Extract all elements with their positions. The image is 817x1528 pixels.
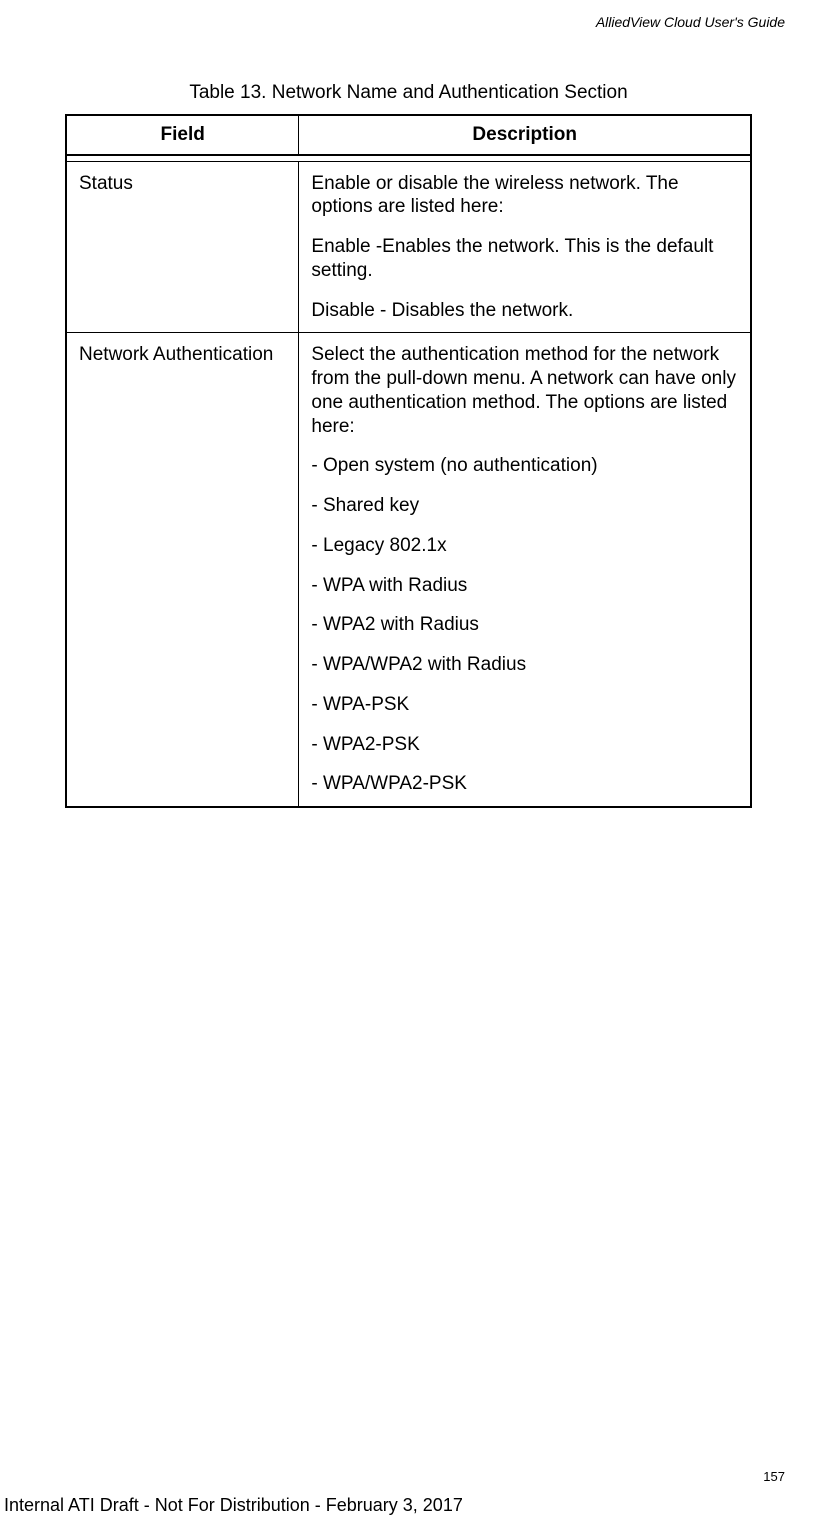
field-cell: Status — [66, 161, 299, 333]
table-row: Network Authentication Select the authen… — [66, 333, 751, 807]
page-content: Table 13. Network Name and Authenticatio… — [0, 0, 817, 808]
description-cell: Enable or disable the wireless network. … — [299, 161, 751, 333]
description-paragraph: - WPA2-PSK — [311, 733, 738, 757]
column-header-description: Description — [299, 115, 751, 155]
description-paragraph: - Shared key — [311, 494, 738, 518]
table-header-row: Field Description — [66, 115, 751, 155]
description-paragraph: Disable - Disables the network. — [311, 299, 738, 323]
table-caption: Table 13. Network Name and Authenticatio… — [65, 82, 752, 104]
column-header-field: Field — [66, 115, 299, 155]
table-row: Status Enable or disable the wireless ne… — [66, 161, 751, 333]
document-header-title: AlliedView Cloud User's Guide — [596, 14, 785, 30]
description-paragraph: - WPA2 with Radius — [311, 613, 738, 637]
description-cell: Select the authentication method for the… — [299, 333, 751, 807]
page-number: 157 — [763, 1469, 785, 1484]
description-paragraph: - WPA-PSK — [311, 693, 738, 717]
description-paragraph: - WPA/WPA2-PSK — [311, 772, 738, 796]
description-paragraph: Select the authentication method for the… — [311, 343, 738, 438]
footer-draft-note: Internal ATI Draft - Not For Distributio… — [4, 1495, 463, 1516]
description-paragraph: - WPA with Radius — [311, 574, 738, 598]
description-paragraph: - Open system (no authentication) — [311, 454, 738, 478]
description-paragraph: - Legacy 802.1x — [311, 534, 738, 558]
field-cell: Network Authentication — [66, 333, 299, 807]
network-auth-table: Field Description Status Enable or disab… — [65, 114, 752, 808]
description-paragraph: - WPA/WPA2 with Radius — [311, 653, 738, 677]
description-paragraph: Enable -Enables the network. This is the… — [311, 235, 738, 283]
description-paragraph: Enable or disable the wireless network. … — [311, 172, 738, 220]
